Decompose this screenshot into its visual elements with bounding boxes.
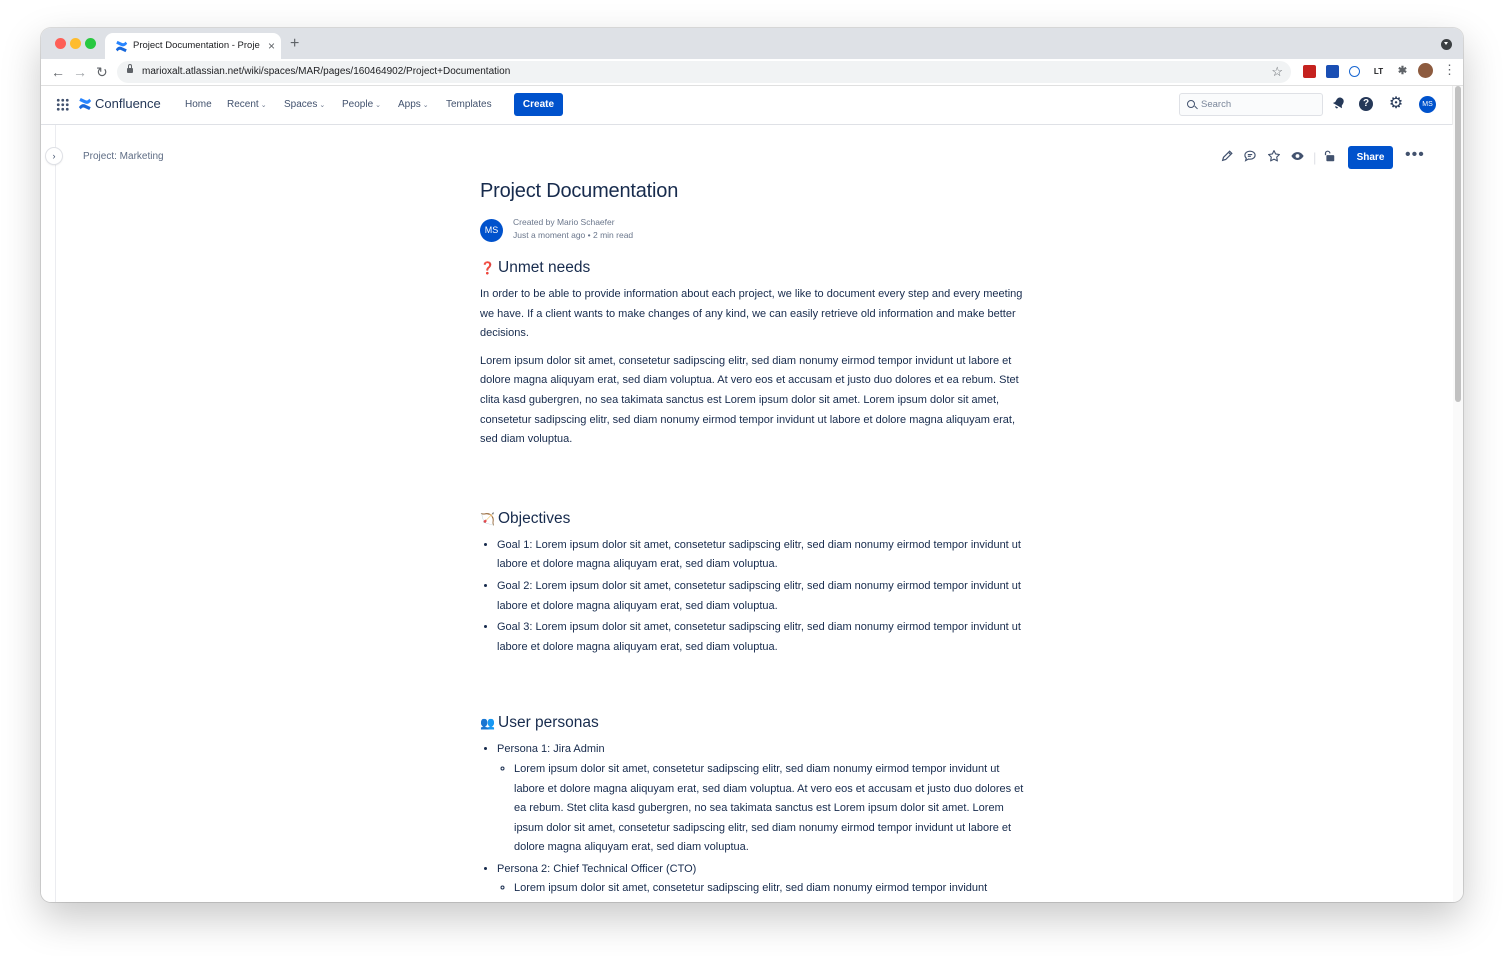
nav-home[interactable]: Home <box>185 99 212 110</box>
extension-lt-icon[interactable]: LT <box>1372 65 1385 78</box>
more-actions-icon[interactable]: ••• <box>1405 146 1425 164</box>
app-switcher-icon[interactable] <box>56 98 69 111</box>
extension-password-icon[interactable] <box>1349 66 1360 77</box>
url-text[interactable]: marioxalt.atlassian.net/wiki/spaces/MAR/… <box>142 61 510 83</box>
forward-icon[interactable]: → <box>73 63 87 81</box>
bow-and-arrow-icon: 🏹 <box>480 511 495 526</box>
new-tab-button[interactable]: + <box>290 31 299 57</box>
people-icon: 👥 <box>480 716 495 731</box>
read-time: 2 min read <box>593 230 634 240</box>
page-area: › Project: Marketing | Share ••• Project… <box>41 125 1453 902</box>
list-item: Goal 3: Lorem ipsum dolor sit amet, cons… <box>497 618 1030 657</box>
back-icon[interactable]: ← <box>51 63 65 81</box>
created-by[interactable]: Created by Mario Schaefer <box>513 217 615 227</box>
byline-meta: Just a moment ago • 2 min read <box>513 230 633 240</box>
sub-list: Lorem ipsum dolor sit amet, consetetur s… <box>497 879 1030 899</box>
reload-icon[interactable]: ↻ <box>96 63 108 81</box>
list-item: Goal 1: Lorem ipsum dolor sit amet, cons… <box>497 536 1030 575</box>
list-item: Lorem ipsum dolor sit amet, consetetur s… <box>514 760 1030 858</box>
tab-strip: Project Documentation - Proje × + <box>41 28 1463 59</box>
lock-icon[interactable] <box>127 64 133 73</box>
chevron-down-icon: ⌄ <box>260 102 267 109</box>
confluence-favicon-icon <box>115 40 128 53</box>
create-button[interactable]: Create <box>514 93 563 116</box>
notifications-bell-icon[interactable] <box>1331 96 1347 112</box>
tab-search-icon[interactable] <box>1441 39 1452 50</box>
profile-avatar[interactable] <box>1418 63 1433 78</box>
close-window-button[interactable] <box>55 38 66 49</box>
page-content: Project Documentation MS Created by Mari… <box>480 180 1030 901</box>
bookmark-star-icon[interactable]: ☆ <box>1271 61 1283 83</box>
list-item: Goal 2: Lorem ipsum dolor sit amet, cons… <box>497 577 1030 616</box>
heading-text: User personas <box>498 714 599 732</box>
heading-text: Unmet needs <box>498 259 591 276</box>
maximize-window-button[interactable] <box>85 38 96 49</box>
confluence-header: Confluence Home Recent ⌄ Spaces ⌄ People ⌄ … <box>41 86 1453 125</box>
product-name[interactable]: Confluence <box>95 96 161 111</box>
search-input[interactable]: Search <box>1179 93 1323 116</box>
nav-people[interactable]: People ⌄ <box>342 99 381 110</box>
chevron-down-icon: ⌄ <box>319 102 326 109</box>
page-title: Project Documentation <box>480 180 679 202</box>
comment-icon[interactable] <box>1243 149 1257 168</box>
nav-templates[interactable]: Templates <box>446 99 492 110</box>
heading-objectives: 🏹 Objectives <box>480 510 1030 528</box>
tab-close-icon[interactable]: × <box>268 33 275 59</box>
nav-apps-label: Apps <box>398 99 421 110</box>
paragraph: Lorem ipsum dolor sit amet, consetetur s… <box>480 354 1019 446</box>
search-icon <box>1187 100 1195 108</box>
browser-tab[interactable]: Project Documentation - Proje × <box>105 33 281 59</box>
sub-list: Lorem ipsum dolor sit amet, consetetur s… <box>497 760 1030 858</box>
separator: • <box>585 230 593 240</box>
restrictions-lock-icon[interactable] <box>1322 149 1336 168</box>
paragraph: In order to be able to provide informati… <box>480 288 1023 340</box>
scrollbar-thumb[interactable] <box>1455 86 1461 402</box>
sidebar-divider <box>55 125 56 902</box>
heading-unmet-needs: ❓ Unmet needs <box>480 259 1030 277</box>
user-avatar[interactable]: MS <box>1419 96 1436 113</box>
breadcrumb[interactable]: Project: Marketing <box>83 151 164 162</box>
help-icon[interactable]: ? <box>1359 97 1373 111</box>
personas-list: Persona 1: Jira Admin Lorem ipsum dolor … <box>480 740 1030 899</box>
confluence-logo-icon[interactable] <box>78 97 92 111</box>
created-time[interactable]: Just a moment ago <box>513 230 585 240</box>
extension-shield-icon[interactable] <box>1303 65 1316 78</box>
list-item: Persona 2: Chief Technical Officer (CTO)… <box>497 860 1030 899</box>
extension-document-icon[interactable] <box>1326 65 1339 78</box>
minimize-window-button[interactable] <box>70 38 81 49</box>
tab-title: Project Documentation - Proje <box>133 40 260 51</box>
nav-spaces[interactable]: Spaces ⌄ <box>284 99 325 110</box>
chevron-down-icon: ⌄ <box>422 102 429 109</box>
browser-toolbar: ← → ↻ marioxalt.atlassian.net/wiki/space… <box>41 59 1463 86</box>
byline: MS Created by Mario Schaefer Just a mome… <box>480 217 1030 257</box>
address-bar[interactable]: marioxalt.atlassian.net/wiki/spaces/MAR/… <box>117 61 1291 83</box>
author-avatar[interactable]: MS <box>480 219 503 242</box>
watch-eye-icon[interactable] <box>1290 149 1305 168</box>
list-item: Lorem ipsum dolor sit amet, consetetur s… <box>514 879 1030 899</box>
nav-recent-label: Recent <box>227 99 259 110</box>
persona-label: Persona 1: Jira Admin <box>497 743 605 756</box>
nav-spaces-label: Spaces <box>284 99 318 110</box>
browser-menu-icon[interactable]: ⋮ <box>1443 62 1456 78</box>
expand-sidebar-chevron-icon[interactable]: › <box>46 148 62 164</box>
nav-recent[interactable]: Recent ⌄ <box>227 99 267 110</box>
star-icon[interactable] <box>1267 149 1281 168</box>
heading-user-personas: 👥 User personas <box>480 714 1030 732</box>
question-mark-icon: ❓ <box>480 261 495 275</box>
heading-text: Objectives <box>498 509 571 527</box>
nav-people-label: People <box>342 99 374 110</box>
share-button[interactable]: Share <box>1348 146 1393 169</box>
edit-pencil-icon[interactable] <box>1220 149 1234 168</box>
persona-label: Persona 2: Chief Technical Officer (CTO) <box>497 862 697 875</box>
goals-list: Goal 1: Lorem ipsum dolor sit amet, cons… <box>480 536 1030 658</box>
chevron-down-icon: ⌄ <box>375 102 382 109</box>
nav-apps[interactable]: Apps ⌄ <box>398 99 429 110</box>
search-placeholder: Search <box>1201 99 1232 110</box>
settings-gear-icon[interactable]: ⚙ <box>1388 96 1404 112</box>
divider: | <box>1313 150 1317 165</box>
extensions-puzzle-icon[interactable]: ✱ <box>1396 65 1409 78</box>
browser-window: Project Documentation - Proje × + ← → ↻ … <box>41 28 1463 902</box>
list-item: Persona 1: Jira Admin Lorem ipsum dolor … <box>497 740 1030 858</box>
